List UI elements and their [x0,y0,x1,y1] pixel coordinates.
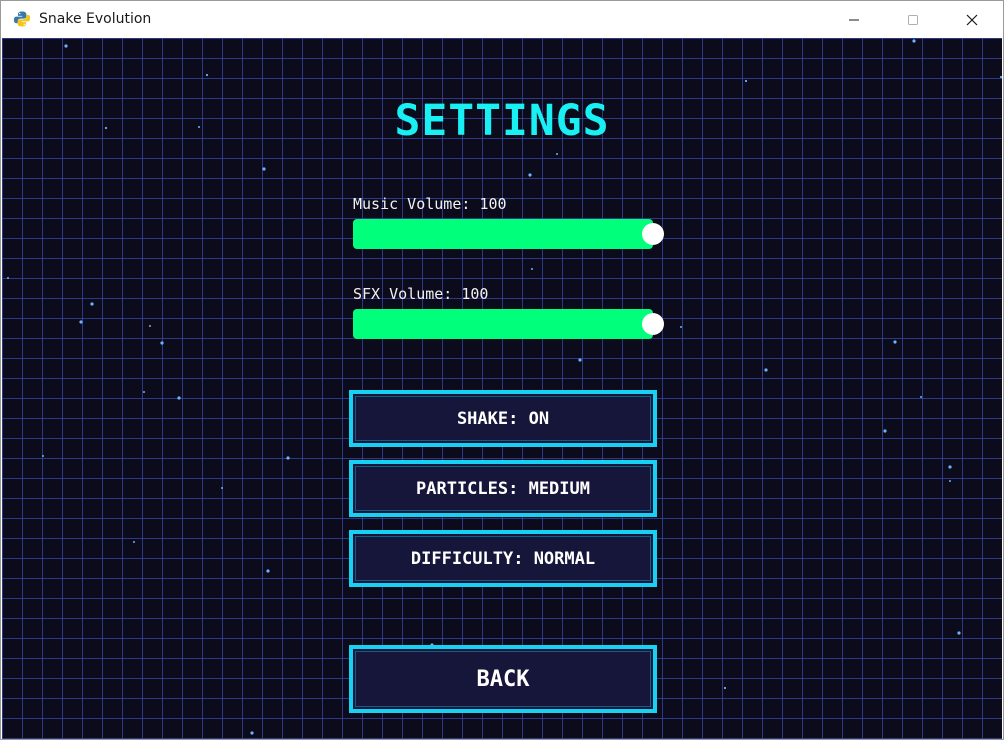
sfx-volume-label-text: SFX Volume: [353,285,453,303]
title-bar[interactable]: Snake Evolution [1,1,1003,38]
sfx-volume-label: SFX Volume: 100 [353,285,488,303]
game-canvas: SETTINGS Music Volume: 100 SFX Volume: 1… [2,38,1002,739]
sfx-volume-slider[interactable] [353,309,664,339]
shake-toggle-button[interactable]: SHAKE: ON [349,390,657,447]
close-icon [966,14,978,25]
maximize-button[interactable] [890,1,936,38]
python-snake-icon [13,11,31,27]
back-button[interactable]: BACK [349,645,657,713]
difficulty-button[interactable]: DIFFICULTY: NORMAL [349,530,657,587]
music-volume-fill [353,219,653,249]
window-title: Snake Evolution [39,11,152,27]
close-button[interactable] [949,1,995,38]
music-volume-value: 100 [479,195,507,213]
music-volume-label: Music Volume: 100 [353,195,507,213]
music-volume-handle[interactable] [642,223,664,245]
minimize-button[interactable] [831,1,877,38]
maximize-icon [908,14,918,25]
sfx-volume-handle[interactable] [642,313,664,335]
settings-title: SETTINGS [394,96,610,146]
particles-button[interactable]: PARTICLES: MEDIUM [349,460,657,517]
music-volume-label-text: Music Volume: [353,195,471,213]
minimize-icon [849,19,859,20]
music-volume-slider[interactable] [353,219,664,249]
app-window: Snake Evolution SETTINGS Music Volume: 1… [0,0,1004,740]
sfx-volume-value: 100 [461,285,489,303]
sfx-volume-fill [353,309,653,339]
